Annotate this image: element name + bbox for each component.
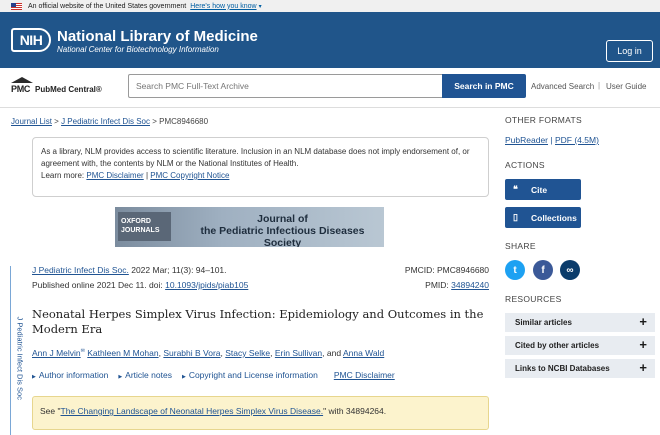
login-button[interactable]: Log in <box>606 40 653 62</box>
notice-suffix: " with 34894264. <box>323 406 387 416</box>
plus-icon: + <box>639 337 647 352</box>
author-link[interactable]: Ann J Melvin <box>32 348 81 358</box>
pmc-mark-icon: PMC <box>11 77 33 95</box>
nih-logo[interactable]: NIH <box>11 28 51 52</box>
pmid: PMID: 34894240 <box>425 280 489 290</box>
link-icon[interactable]: ∞ <box>560 260 580 280</box>
triangle-right-icon: ▶ <box>181 374 186 380</box>
user-guide-link[interactable]: User Guide <box>606 82 646 91</box>
email-icon[interactable]: ✉ <box>81 348 85 354</box>
similar-articles-accordion[interactable]: Similar articles + <box>505 313 655 332</box>
breadcrumb-current: PMC8946680 <box>159 117 209 126</box>
doi-link[interactable]: 10.1093/jpids/piab105 <box>165 280 248 290</box>
related-article-notice: See "The Changing Landscape of Neonatal … <box>32 396 489 430</box>
nlm-subtitle: National Center for Biotechnology Inform… <box>57 45 219 54</box>
how-you-know-link[interactable]: Here's how you know <box>190 3 256 10</box>
breadcrumb-sep: > <box>152 117 157 126</box>
pmc-disclaimer-link[interactable]: PMC Disclaimer <box>86 171 143 180</box>
pmc-logo-name: PubMed Central® <box>35 85 102 94</box>
gov-banner: An official website of the United States… <box>0 0 660 12</box>
oxford-journals-logo: OXFORD JOURNALS <box>118 212 171 241</box>
ncbi-links-accordion[interactable]: Links to NCBI Databases + <box>505 359 655 378</box>
plus-icon: + <box>639 314 647 329</box>
journal-banner[interactable]: OXFORD JOURNALS Journal of the Pediatric… <box>115 207 384 247</box>
author-link[interactable]: Surabhi B Vora <box>163 348 220 358</box>
nlm-disclaimer-box: As a library, NLM provides access to sci… <box>32 137 489 197</box>
site-header: NIH National Library of Medicine Nationa… <box>0 12 660 68</box>
breadcrumb-journal-list[interactable]: Journal List <box>11 117 52 126</box>
cited-by-accordion[interactable]: Cited by other articles + <box>505 336 655 355</box>
copyright-toggle[interactable]: ▶ Copyright and License information <box>182 370 318 380</box>
learn-more-label: Learn more: <box>41 171 85 180</box>
breadcrumb: Journal List > J Pediatric Infect Dis So… <box>11 117 208 126</box>
article-info-tabs: ▶ Author information ▶ Article notes ▶ Copy… <box>32 370 395 380</box>
pmid-label: PMID: <box>425 280 449 290</box>
author-link[interactable]: Anna Wald <box>343 348 384 358</box>
gov-banner-text: An official website of the United States… <box>28 2 187 10</box>
search-input[interactable] <box>128 74 442 98</box>
us-flag-icon <box>11 2 22 10</box>
article-notes-toggle[interactable]: ▶ Article notes <box>118 370 172 380</box>
related-article-link[interactable]: The Changing Landscape of Neonatal Herpe… <box>61 406 324 416</box>
triangle-right-icon: ▶ <box>118 374 123 380</box>
twitter-icon[interactable]: t <box>505 260 525 280</box>
author-information-toggle[interactable]: ▶ Author information <box>32 370 108 380</box>
notice-prefix: See " <box>40 406 61 416</box>
pmc-disclaimer-tab-link[interactable]: PMC Disclaimer <box>334 370 395 380</box>
disclaimer-text: As a library, NLM provides access to sci… <box>41 147 470 168</box>
disclaimer-sep: | <box>145 171 149 180</box>
triangle-right-icon: ▶ <box>32 374 36 380</box>
bookmark-icon: ▯ <box>513 212 518 222</box>
chevron-down-icon[interactable]: ▾ <box>259 3 262 10</box>
vertical-journal-label: J Pediatric Infect Dis Soc <box>15 316 25 400</box>
author-link[interactable]: Erin Sullivan <box>275 348 322 358</box>
citation-line: J Pediatric Infect Dis Soc. 2022 Mar; 11… <box>32 265 227 275</box>
actions-heading: ACTIONS <box>505 160 545 170</box>
pdf-link[interactable]: PDF (4.5M) <box>555 135 599 145</box>
advanced-search-link[interactable]: Advanced Search <box>531 82 594 91</box>
published-line: Published online 2021 Dec 11. doi: 10.10… <box>32 280 248 290</box>
collections-button[interactable]: ▯ Collections <box>505 207 581 228</box>
citation-details: 2022 Mar; 11(3): 94–101. <box>131 265 227 275</box>
author-link[interactable]: Stacy Selke <box>225 348 270 358</box>
published-text: Published online 2021 Dec 11. doi: <box>32 280 163 290</box>
breadcrumb-sep: > <box>54 117 59 126</box>
article-title: Neonatal Herpes Simplex Virus Infection:… <box>32 307 484 336</box>
share-heading: SHARE <box>505 241 536 251</box>
nav-separator: | <box>598 81 601 90</box>
other-formats-heading: OTHER FORMATS <box>505 115 582 125</box>
author-list: Ann J Melvin✉ Kathleen M Mohan, Surabhi … <box>32 348 385 358</box>
facebook-icon[interactable]: f <box>533 260 553 280</box>
journal-banner-title: Journal of the Pediatric Infectious Dise… <box>200 213 365 247</box>
plus-icon: + <box>639 360 647 375</box>
pmc-logo[interactable]: PMC PubMed Central® <box>11 77 102 95</box>
journal-link[interactable]: J Pediatric Infect Dis Soc. <box>32 265 129 275</box>
cite-button[interactable]: ❝ Cite <box>505 179 581 200</box>
journal-side-rule <box>10 266 11 435</box>
search-button[interactable]: Search in PMC <box>442 74 526 98</box>
resources-heading: RESOURCES <box>505 294 562 304</box>
pmcid: PMCID: PMC8946680 <box>404 265 489 275</box>
format-links: PubReader | PDF (4.5M) <box>505 135 599 145</box>
pmid-link[interactable]: 34894240 <box>451 280 489 290</box>
quote-icon: ❝ <box>513 184 518 194</box>
author-link[interactable]: Kathleen M Mohan <box>87 348 158 358</box>
pubreader-link[interactable]: PubReader <box>505 135 548 145</box>
author-and: and <box>326 348 342 358</box>
pmc-copyright-link[interactable]: PMC Copyright Notice <box>150 171 229 180</box>
nlm-title[interactable]: National Library of Medicine <box>57 28 258 45</box>
format-sep: | <box>550 135 553 145</box>
breadcrumb-journal[interactable]: J Pediatric Infect Dis Soc <box>61 117 150 126</box>
